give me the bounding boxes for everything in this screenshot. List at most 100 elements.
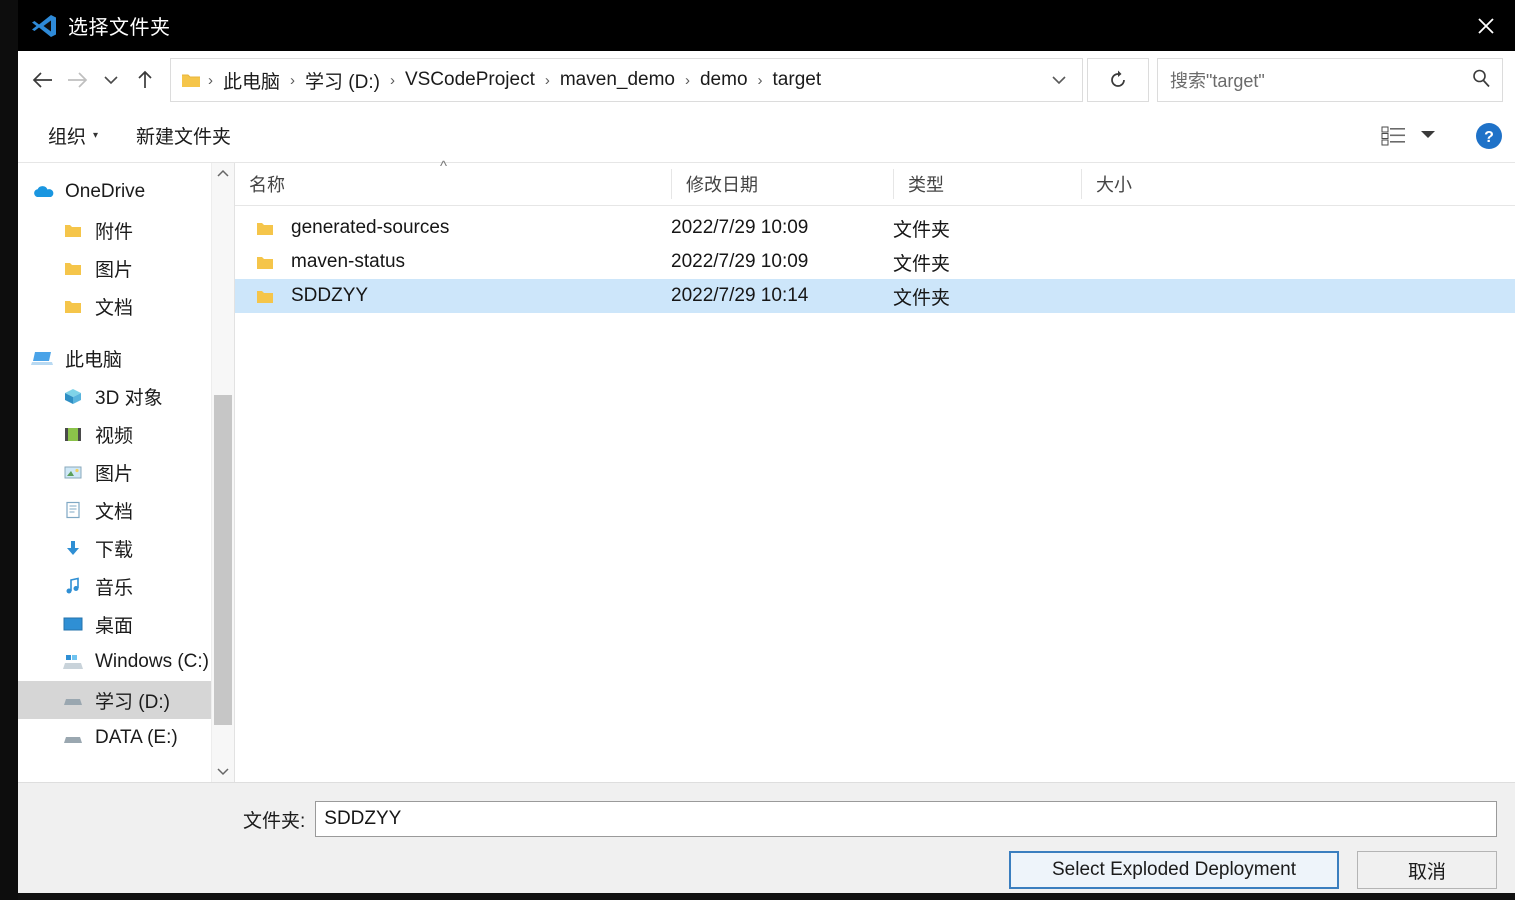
up-button[interactable] (128, 63, 162, 97)
sidebar-item-windows-c[interactable]: Windows (C:) (18, 643, 234, 681)
sidebar-item-downloads[interactable]: 下载 (18, 529, 234, 567)
cell-date: 2022/7/29 10:14 (671, 285, 809, 306)
breadcrumb-item-5[interactable]: target (770, 67, 825, 93)
sidebar-item-study-d[interactable]: 学习 (D:) (18, 681, 234, 719)
sidebar-item-onedrive[interactable]: OneDrive (18, 173, 234, 211)
breadcrumb-item-0[interactable]: 此电脑 (220, 65, 283, 96)
folder-icon (255, 288, 279, 305)
forward-button[interactable] (60, 63, 94, 97)
sidebar-item-label: 音乐 (95, 577, 134, 599)
breadcrumb-separator: › (290, 71, 296, 89)
onedrive-cloud-icon (30, 181, 56, 203)
videos-icon (60, 423, 86, 445)
help-icon[interactable]: ? (1475, 122, 1503, 150)
column-header-date[interactable]: 修改日期 (671, 169, 893, 199)
pictures-icon (60, 461, 86, 483)
recent-locations-button[interactable] (94, 63, 128, 97)
cell-type: 文件夹 (893, 219, 951, 241)
cell-date: 2022/7/29 10:09 (671, 217, 809, 238)
sidebar-item-label: 图片 (95, 463, 134, 485)
breadcrumb-item-3[interactable]: maven_demo (557, 67, 678, 93)
refresh-button[interactable] (1087, 58, 1149, 102)
sidebar-item-label: 图片 (95, 259, 134, 281)
sidebar-item-pictures-onedrive[interactable]: 图片 (18, 249, 234, 287)
3d-objects-icon (60, 385, 86, 407)
breadcrumb-separator: › (389, 71, 395, 89)
sidebar-item-this-pc[interactable]: 此电脑 (18, 339, 234, 377)
sidebar-scrollbar[interactable] (211, 163, 234, 782)
breadcrumb-separator: › (208, 71, 213, 89)
column-header-label: 名称 (249, 175, 285, 195)
search-icon[interactable] (1470, 67, 1492, 94)
sort-ascending-icon: ^ (440, 158, 448, 175)
music-icon (60, 575, 86, 597)
navigation-bar: › 此电脑 › 学习 (D:) › VSCodeProject › maven_… (18, 51, 1515, 109)
breadcrumb-item-1[interactable]: 学习 (D:) (302, 65, 383, 96)
sidebar-item-3d-objects[interactable]: 3D 对象 (18, 377, 234, 415)
select-exploded-deployment-button[interactable]: Select Exploded Deployment (1009, 851, 1339, 889)
sidebar-item-label: 文档 (95, 297, 134, 319)
sidebar-item-music[interactable]: 音乐 (18, 567, 234, 605)
folder-icon (60, 257, 86, 279)
folder-icon (60, 219, 86, 241)
scroll-down-button[interactable] (212, 760, 234, 782)
sidebar-item-label: 附件 (95, 221, 134, 243)
sidebar-item-attachments[interactable]: 附件 (18, 211, 234, 249)
organize-button[interactable]: 组织 ▾ (40, 118, 106, 153)
folder-icon (60, 295, 86, 317)
table-row[interactable]: SDDZYY 2022/7/29 10:14 文件夹 (235, 279, 1515, 313)
sidebar-group-divider (18, 325, 234, 339)
column-header-type[interactable]: 类型 (893, 169, 1081, 199)
column-header-size[interactable]: 大小 (1081, 169, 1211, 199)
view-options-caret-icon[interactable] (1419, 127, 1437, 145)
folder-icon (255, 220, 279, 237)
sidebar-item-pictures[interactable]: 图片 (18, 453, 234, 491)
cancel-button[interactable]: 取消 (1357, 851, 1497, 889)
sidebar-item-label: 文档 (95, 501, 134, 523)
desktop-background (0, 0, 18, 900)
title-bar: 选择文件夹 (18, 0, 1515, 51)
view-layout-icon[interactable] (1381, 125, 1407, 147)
search-input[interactable]: 搜索"target" (1157, 58, 1503, 102)
new-folder-button[interactable]: 新建文件夹 (128, 118, 239, 153)
sidebar-item-label: 视频 (95, 425, 134, 447)
scroll-up-button[interactable] (212, 163, 234, 185)
sidebar-item-label: 此电脑 (65, 349, 123, 371)
this-pc-icon (30, 347, 56, 369)
back-button[interactable] (26, 63, 60, 97)
sidebar-item-documents-onedrive[interactable]: 文档 (18, 287, 234, 325)
sidebar-item-videos[interactable]: 视频 (18, 415, 234, 453)
breadcrumb-item-2[interactable]: VSCodeProject (402, 67, 538, 93)
toolbar: 组织 ▾ 新建文件夹 ? (18, 109, 1515, 163)
scrollbar-thumb[interactable] (214, 395, 232, 725)
sidebar-item-label: 下载 (95, 539, 134, 561)
breadcrumb-separator: › (544, 71, 550, 89)
folder-name-input[interactable]: SDDZYY (315, 801, 1497, 837)
table-row[interactable]: maven-status 2022/7/29 10:09 文件夹 (235, 245, 1515, 279)
address-dropdown-icon[interactable] (1042, 63, 1076, 97)
sidebar-item-data-e[interactable]: DATA (E:) (18, 719, 234, 757)
downloads-icon (60, 537, 86, 559)
folder-icon (181, 72, 201, 89)
folder-picker-dialog: 选择文件夹 › 此电脑 › 学习 (D:) › VSCodeProject › … (18, 0, 1515, 893)
folder-name-row: 文件夹: SDDZYY (18, 783, 1515, 837)
navigation-pane: OneDrive 附件 图片 文档 此电脑 3D 对象 视频 图片 文档 下载 … (18, 163, 234, 782)
column-header-name[interactable]: 名称 ^ (235, 158, 671, 199)
close-icon[interactable] (1457, 0, 1515, 51)
address-bar[interactable]: › 此电脑 › 学习 (D:) › VSCodeProject › maven_… (170, 58, 1083, 102)
folder-name-value: SDDZYY (324, 808, 402, 829)
file-rows: generated-sources 2022/7/29 10:09 文件夹 ma… (235, 206, 1515, 782)
cell-type: 文件夹 (893, 253, 951, 275)
windows-drive-icon (60, 651, 86, 673)
breadcrumb-item-4[interactable]: demo (697, 67, 751, 93)
svg-text:?: ? (1484, 129, 1494, 146)
cell-name: maven-status (291, 251, 406, 272)
vscode-icon (29, 11, 59, 41)
window-title: 选择文件夹 (68, 17, 171, 39)
table-row[interactable]: generated-sources 2022/7/29 10:09 文件夹 (235, 211, 1515, 245)
breadcrumb: 此电脑 › 学习 (D:) › VSCodeProject › maven_de… (220, 65, 1042, 96)
cell-name: SDDZYY (291, 285, 369, 306)
sidebar-item-desktop[interactable]: 桌面 (18, 605, 234, 643)
sidebar-item-documents[interactable]: 文档 (18, 491, 234, 529)
sidebar-item-label: OneDrive (65, 181, 146, 202)
